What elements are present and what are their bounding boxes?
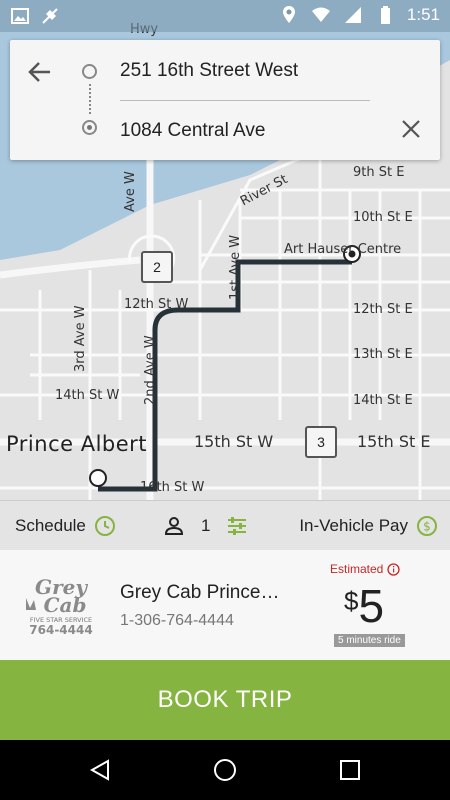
estimated-label: Estimated: [330, 562, 401, 576]
schedule-label: Schedule: [15, 516, 86, 535]
origin-field[interactable]: 251 16th Street West: [120, 60, 298, 82]
status-bar: 1:51: [0, 0, 450, 32]
trip-search-card: 251 16th Street West 1084 Central Ave: [10, 40, 440, 160]
svg-text:$: $: [423, 520, 431, 534]
price-amount: 5: [358, 580, 385, 632]
no-location-icon: [42, 8, 58, 24]
image-icon: [11, 8, 29, 24]
location-icon: [282, 6, 295, 23]
route-shield-2: 2: [141, 251, 173, 283]
map-label-1st-ave: 1st Ave W: [228, 234, 243, 300]
price-display: $ 5: [344, 580, 384, 632]
back-nav-icon[interactable]: [88, 758, 112, 782]
map-label-2nd-ave: 2nd Ave W: [143, 335, 158, 405]
back-arrow-icon[interactable]: [26, 58, 54, 86]
android-nav-bar: [0, 740, 450, 800]
map-label-3rd-ave: 3rd Ave W: [73, 305, 88, 372]
schedule-button[interactable]: Schedule: [15, 515, 116, 537]
provider-row[interactable]: Grey Cab FIVE STAR SERVICE 764-4444 Grey…: [0, 550, 450, 660]
recents-nav-icon[interactable]: [338, 758, 362, 782]
map-label-15th-st-e: 15th St E: [357, 432, 431, 451]
map-label-16th-st-w: 16th St W: [140, 480, 205, 495]
map-label-15th-st-w: 15th St W: [194, 432, 274, 451]
map-label-art-hauser: Art Hauser Centre: [284, 242, 402, 257]
destination-dot-icon: [82, 120, 97, 135]
svg-text:764-4444: 764-4444: [29, 623, 92, 637]
svg-text:Cab: Cab: [44, 593, 87, 617]
signal-icon: [344, 7, 361, 23]
map-label-13th-st-e: 13th St E: [353, 347, 413, 362]
map-label-14th-st-e: 14th St E: [353, 393, 413, 408]
route-connector: [89, 84, 91, 114]
map-label-12th-st-w: 12th St W: [124, 297, 189, 312]
home-nav-icon[interactable]: [213, 758, 237, 782]
route-shield-3: 3: [305, 426, 337, 458]
map-label-city: Prince Albert: [6, 432, 148, 456]
provider-name: Grey Cab Prince…: [120, 582, 280, 603]
passenger-selector[interactable]: 1: [163, 515, 248, 537]
map-label-10th-st-e: 10th St E: [353, 210, 413, 225]
book-trip-button[interactable]: BOOK TRIP: [0, 660, 450, 740]
origin-marker: [89, 469, 107, 487]
payment-label: In-Vehicle Pay: [299, 516, 408, 535]
filter-sliders-icon[interactable]: [226, 515, 248, 537]
map-label-ave-w: Ave W: [123, 171, 138, 212]
destination-field[interactable]: 1084 Central Ave: [120, 120, 265, 142]
trip-options-bar: Schedule 1 In-Vehicle Pay $: [0, 500, 450, 550]
status-time: 1:51: [406, 5, 440, 24]
dollar-circle-icon: $: [417, 516, 437, 536]
passenger-count: 1: [201, 516, 211, 535]
ride-duration-badge: 5 minutes ride: [334, 634, 405, 647]
close-icon[interactable]: [400, 118, 422, 140]
origin-dot-icon: [82, 64, 97, 79]
grey-cab-logo: Grey Cab FIVE STAR SERVICE 764-4444: [26, 575, 93, 637]
info-icon[interactable]: [387, 562, 401, 576]
map-label-12th-st-e: 12th St E: [353, 302, 413, 317]
person-icon: [164, 517, 184, 535]
payment-button[interactable]: In-Vehicle Pay $: [299, 515, 438, 537]
map-label-14th-st-w: 14th St W: [55, 388, 120, 403]
provider-phone[interactable]: 1-306-764-4444: [120, 612, 234, 630]
map-label-9th-st-e: 9th St E: [353, 165, 405, 180]
field-divider: [120, 100, 370, 101]
battery-icon: [380, 6, 390, 24]
clock-icon: [94, 516, 115, 536]
wifi-icon: [311, 7, 330, 22]
estimated-text: Estimated: [330, 562, 384, 576]
price-currency: $: [344, 586, 359, 616]
